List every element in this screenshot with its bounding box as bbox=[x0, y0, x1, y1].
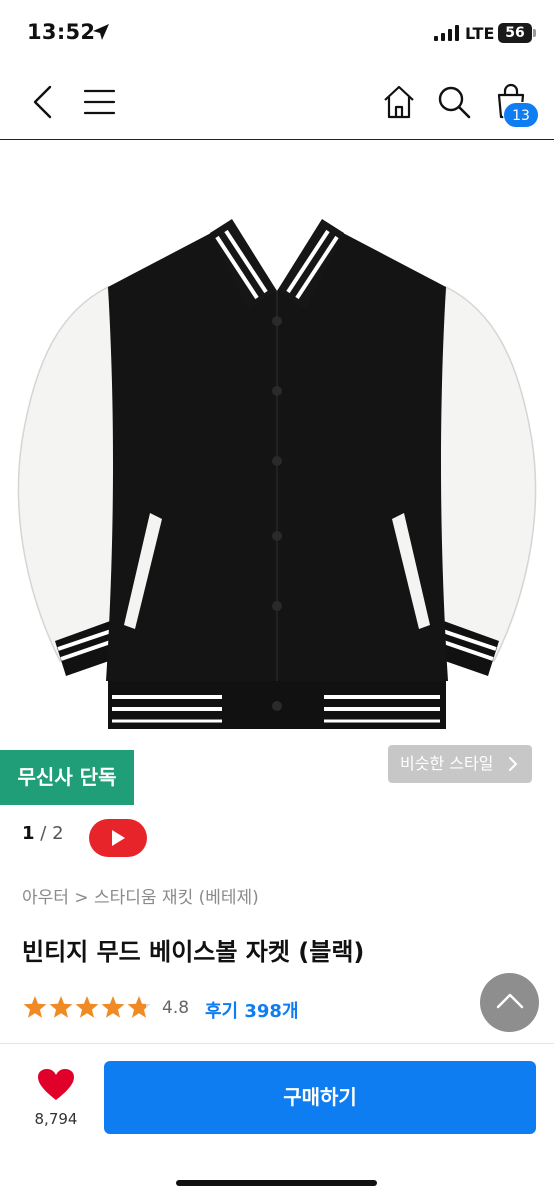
product-title: 빈티지 무드 베이스볼 자켓 (블랙) bbox=[22, 938, 365, 966]
product-image[interactable] bbox=[0, 141, 554, 746]
star-icon bbox=[75, 996, 99, 1018]
heart-icon bbox=[38, 1069, 74, 1100]
buy-button[interactable]: 구매하기 bbox=[104, 1061, 536, 1134]
pager-separator: / bbox=[40, 823, 47, 844]
star-icon bbox=[23, 996, 47, 1018]
network-type: LTE bbox=[465, 24, 495, 43]
rating-stars bbox=[23, 996, 151, 1018]
pager-total: 2 bbox=[52, 823, 64, 844]
scroll-top-button[interactable] bbox=[480, 973, 539, 1032]
pager-current: 1 bbox=[22, 823, 35, 844]
cart-count-badge: 13 bbox=[503, 102, 539, 128]
star-icon bbox=[101, 996, 125, 1018]
like-button[interactable]: 8,794 bbox=[28, 1068, 84, 1132]
signal-icon bbox=[434, 25, 459, 41]
video-play-button[interactable] bbox=[89, 819, 147, 857]
top-nav-bar: 13 bbox=[0, 68, 554, 140]
similar-style-label: 비슷한 스타일 bbox=[400, 754, 494, 773]
back-icon[interactable] bbox=[30, 84, 54, 120]
star-icon bbox=[49, 996, 73, 1018]
category-breadcrumb[interactable]: 아우터 > 스타디움 재킷 (베테제) bbox=[22, 883, 259, 908]
rating-value: 4.8 bbox=[162, 998, 190, 1018]
status-time: 13:52 bbox=[27, 20, 96, 44]
star-icon bbox=[127, 996, 151, 1018]
battery-icon: 56 bbox=[498, 23, 532, 43]
menu-icon[interactable] bbox=[84, 88, 116, 116]
home-indicator bbox=[176, 1180, 377, 1186]
bottom-purchase-bar: 8,794 구매하기 bbox=[0, 1043, 554, 1200]
like-count: 8,794 bbox=[34, 1110, 78, 1128]
image-pager: 1 / 2 bbox=[22, 823, 64, 844]
chevron-right-icon bbox=[509, 757, 518, 771]
home-icon[interactable] bbox=[382, 85, 416, 119]
play-icon bbox=[112, 830, 125, 846]
chevron-up-icon bbox=[496, 993, 524, 1009]
search-icon[interactable] bbox=[437, 85, 471, 119]
status-bar: 13:52 LTE 56 bbox=[0, 0, 554, 68]
location-arrow-icon bbox=[93, 24, 109, 40]
similar-style-button[interactable]: 비슷한 스타일 bbox=[388, 745, 532, 783]
battery-tip bbox=[533, 29, 536, 37]
review-count-link[interactable]: 후기 398개 bbox=[205, 997, 299, 1023]
exclusive-badge: 무신사 단독 bbox=[0, 750, 134, 805]
jacket-image bbox=[17, 219, 537, 729]
